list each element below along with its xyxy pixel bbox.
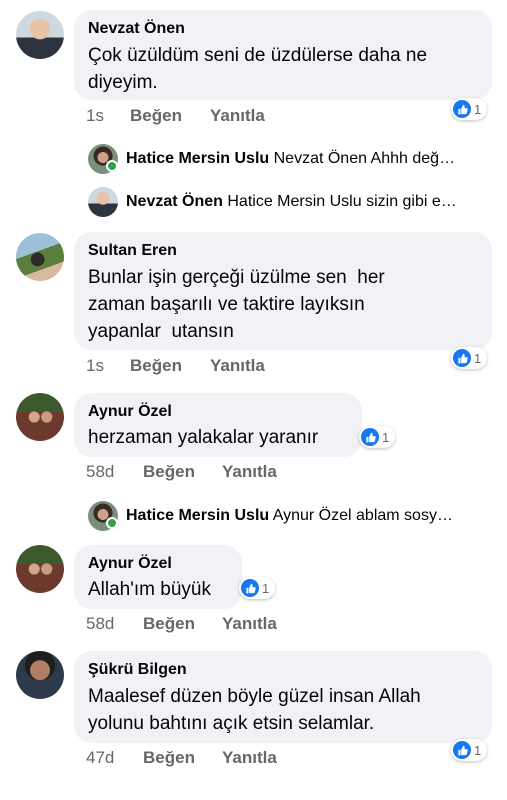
comment-author[interactable]: Aynur Özel [88, 402, 348, 422]
reaction-number: 1 [474, 350, 482, 366]
comment-author[interactable]: Şükrü Bilgen [88, 660, 478, 680]
comment-author[interactable]: Sultan Eren [88, 241, 478, 261]
comment-bubble: Aynur Özel herzaman yalakalar yaranır [74, 393, 362, 457]
avatar-nevzat[interactable] [88, 187, 118, 217]
comment-time[interactable]: 47d [86, 748, 143, 768]
reaction-number: 1 [382, 429, 390, 445]
comment-text: Bunlar işin gerçeği üzülme sen her zaman… [88, 267, 385, 342]
avatar-nevzat[interactable] [16, 11, 64, 59]
comment-actions: 1s Beğen Yanıtla [86, 356, 265, 376]
comment-time[interactable]: 1s [86, 356, 130, 376]
comment-text: Maalesef düzen böyle güzel insan Allah y… [88, 686, 421, 734]
reaction-number: 1 [262, 580, 270, 596]
like-thumb-icon [241, 579, 259, 597]
avatar-sultan[interactable] [16, 233, 64, 281]
like-button[interactable]: Beğen [143, 462, 222, 482]
comment-bubble: Nevzat Önen Çok üzüldüm seni de üzdülers… [74, 10, 492, 100]
reply-preview[interactable]: Hatice Mersin Uslu Aynur Özel ablam sosy… [126, 506, 488, 526]
reaction-count[interactable]: 1 [359, 426, 396, 448]
comment-time[interactable]: 1s [86, 106, 130, 126]
comment-text: Allah'ım büyük [88, 579, 211, 600]
comment-actions: 58d Beğen Yanıtla [86, 614, 277, 634]
comment-bubble: Şükrü Bilgen Maalesef düzen böyle güzel … [74, 651, 492, 743]
like-thumb-icon [453, 741, 471, 759]
like-button[interactable]: Beğen [143, 614, 222, 634]
reaction-count[interactable]: 1 [239, 577, 276, 599]
avatar-aynur[interactable] [16, 393, 64, 441]
reply-preview[interactable]: Nevzat Önen Hatice Mersin Uslu sizin gib… [126, 192, 488, 212]
avatar-aynur[interactable] [16, 545, 64, 593]
comment-author[interactable]: Aynur Özel [88, 554, 228, 574]
reaction-count[interactable]: 1 [451, 98, 488, 120]
comment-bubble: Sultan Eren Bunlar işin gerçeği üzülme s… [74, 232, 492, 350]
avatar-sukru[interactable] [16, 651, 64, 699]
reaction-number: 1 [474, 101, 482, 117]
comment-author[interactable]: Nevzat Önen [88, 19, 478, 39]
reaction-count[interactable]: 1 [451, 739, 488, 761]
online-status-dot [106, 517, 118, 529]
reply-text: Aynur Özel ablam sosy… [272, 507, 453, 524]
comment-text: Çok üzüldüm seni de üzdülerse daha ne di… [88, 45, 428, 93]
reply-button[interactable]: Yanıtla [210, 106, 265, 126]
like-button[interactable]: Beğen [143, 748, 222, 768]
reaction-number: 1 [474, 742, 482, 758]
like-thumb-icon [361, 428, 379, 446]
like-button[interactable]: Beğen [130, 106, 210, 126]
like-button[interactable]: Beğen [130, 356, 210, 376]
reply-button[interactable]: Yanıtla [222, 462, 277, 482]
reply-button[interactable]: Yanıtla [222, 614, 277, 634]
online-status-dot [106, 160, 118, 172]
comment-time[interactable]: 58d [86, 462, 143, 482]
reply-button[interactable]: Yanıtla [222, 748, 277, 768]
comment-time[interactable]: 58d [86, 614, 143, 634]
comment-actions: 58d Beğen Yanıtla [86, 462, 277, 482]
reply-text: Nevzat Önen Ahhh değ… [273, 150, 456, 167]
reply-text: Hatice Mersin Uslu sizin gibi e… [227, 193, 457, 210]
reply-preview[interactable]: Hatice Mersin Uslu Nevzat Önen Ahhh değ… [126, 149, 488, 169]
reply-author[interactable]: Hatice Mersin Uslu [126, 150, 269, 167]
comment-bubble: Aynur Özel Allah'ım büyük [74, 545, 242, 609]
reply-author[interactable]: Nevzat Önen [126, 193, 223, 210]
like-thumb-icon [453, 349, 471, 367]
comment-text: herzaman yalakalar yaranır [88, 427, 319, 448]
like-thumb-icon [453, 100, 471, 118]
reply-author[interactable]: Hatice Mersin Uslu [126, 507, 269, 524]
reply-button[interactable]: Yanıtla [210, 356, 265, 376]
comment-actions: 47d Beğen Yanıtla [86, 748, 277, 768]
comment-actions: 1s Beğen Yanıtla [86, 106, 265, 126]
reaction-count[interactable]: 1 [451, 347, 488, 369]
